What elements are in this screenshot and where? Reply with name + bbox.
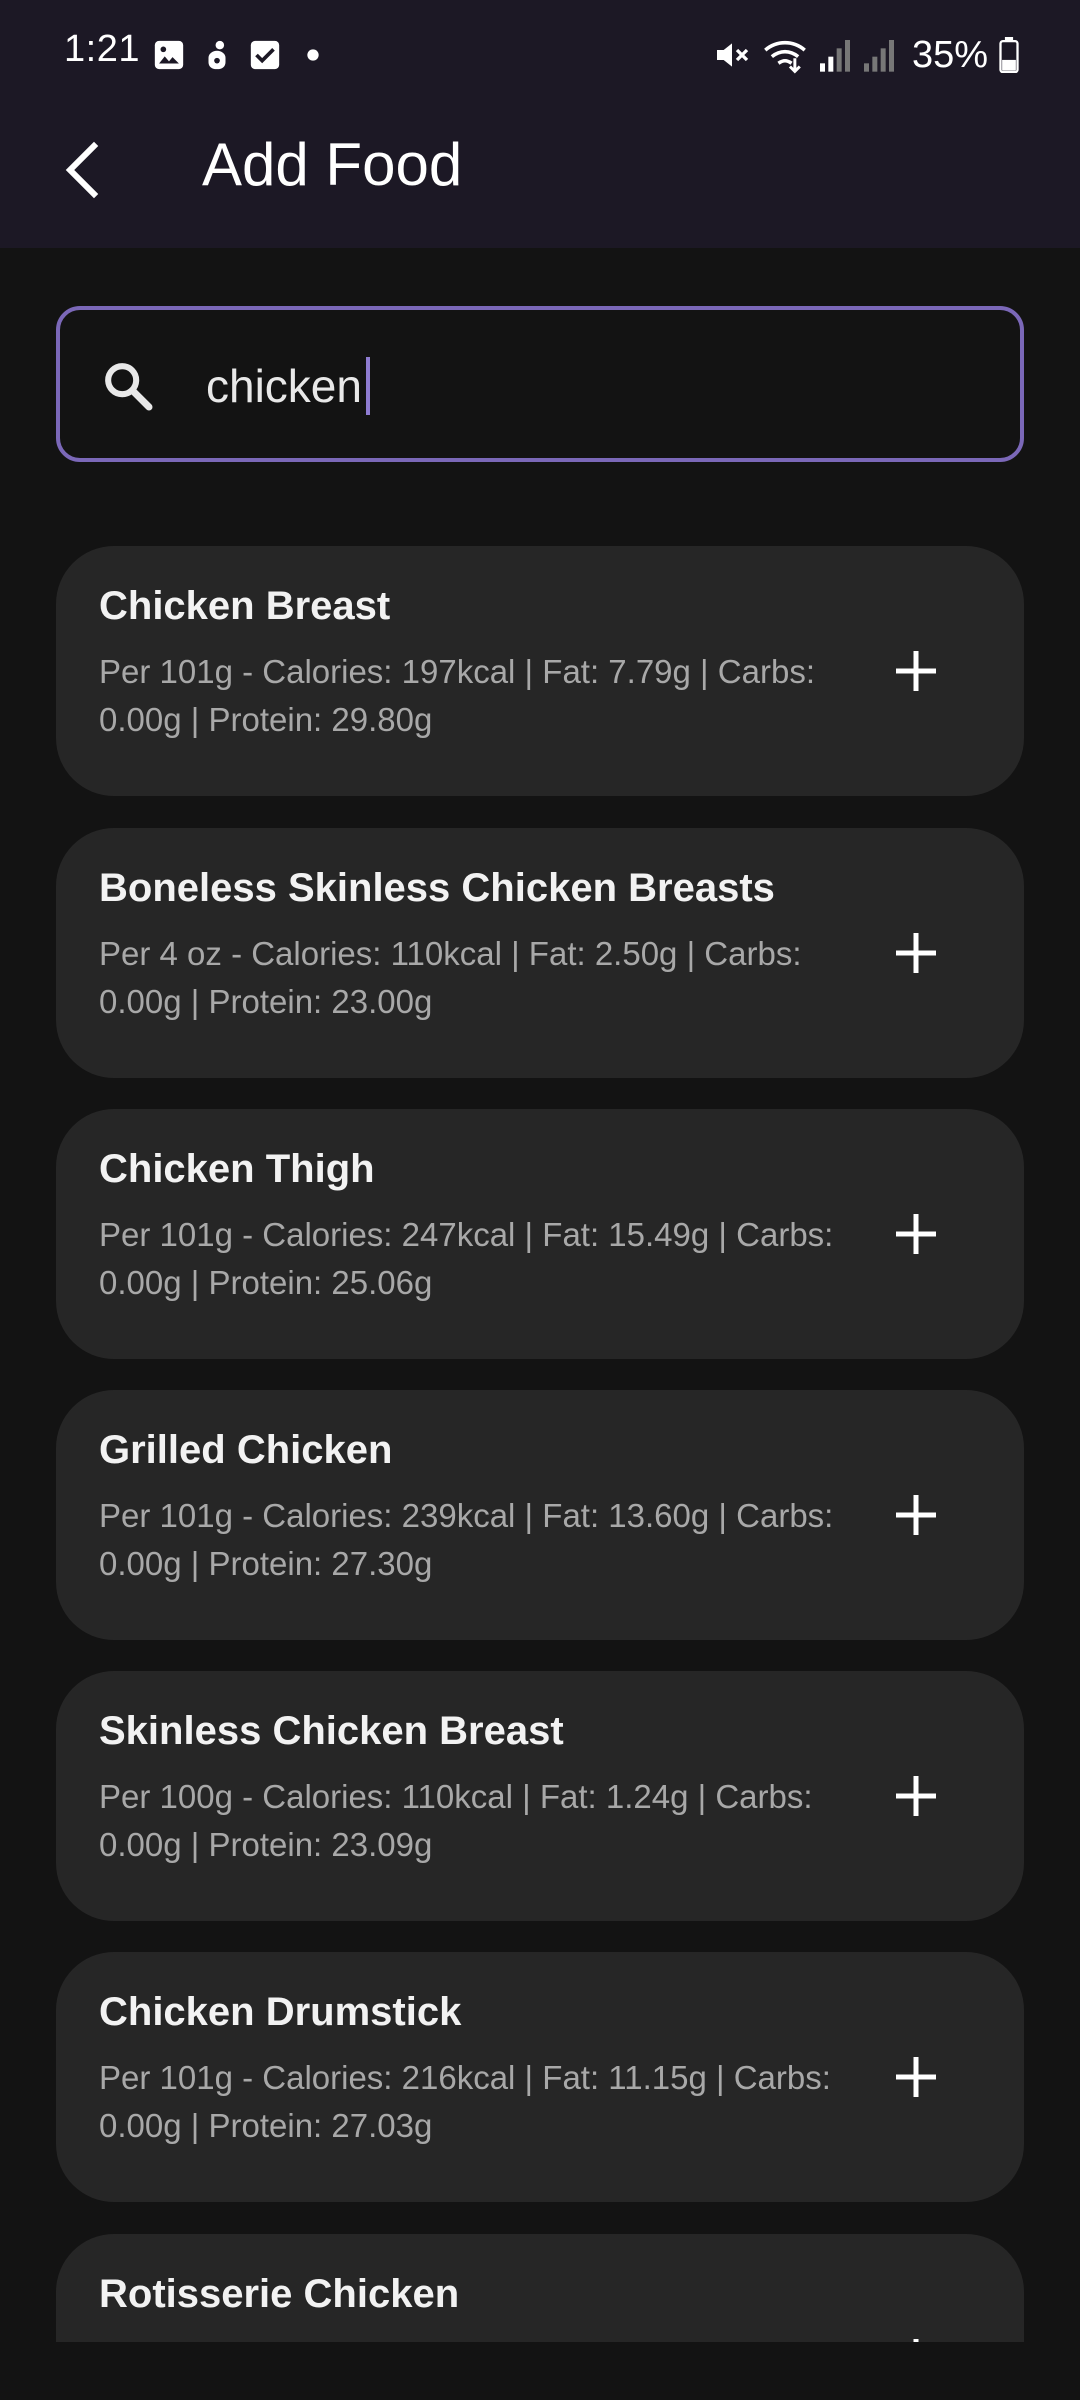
food-result-card[interactable]: Boneless Skinless Chicken Breasts Per 4 …	[56, 828, 1024, 1078]
add-food-button[interactable]	[876, 2319, 956, 2342]
food-nutrition: Per 101g - Calories: 239kcal | Fat: 13.6…	[99, 1497, 834, 1582]
plus-icon	[896, 1214, 936, 1254]
food-name: Boneless Skinless Chicken Breasts	[99, 866, 775, 910]
gallery-icon	[152, 38, 186, 72]
navigation-bar-area	[0, 2342, 1080, 2400]
food-name: Chicken Thigh	[99, 1147, 375, 1191]
arrow-back-icon	[65, 141, 99, 199]
app-bar: 1:21 35% Add Food	[0, 0, 1080, 248]
plus-icon	[896, 1776, 936, 1816]
food-result-card[interactable]: Grilled Chicken Per 101g - Calories: 239…	[56, 1390, 1024, 1640]
plus-icon	[896, 651, 936, 691]
food-nutrition: Per 100g - Calories: 110kcal | Fat: 1.24…	[99, 1778, 813, 1863]
food-result-card[interactable]: Chicken Thigh Per 101g - Calories: 247kc…	[56, 1109, 1024, 1359]
food-name: Rotisserie Chicken	[99, 2272, 460, 2316]
status-time: 1:21	[64, 28, 140, 70]
wifi-icon	[762, 35, 808, 75]
text-caret	[365, 357, 370, 415]
signal-icon	[818, 35, 852, 75]
food-name: Skinless Chicken Breast	[99, 1709, 564, 1753]
food-result-card[interactable]: Chicken Drumstick Per 101g - Calories: 2…	[56, 1952, 1024, 2202]
food-name: Grilled Chicken	[99, 1428, 393, 1472]
food-nutrition: Per 4 oz - Calories: 110kcal | Fat: 2.50…	[99, 935, 802, 1020]
food-nutrition: Per 101g - Calories: 197kcal | Fat: 7.79…	[99, 653, 815, 738]
status-system-icons: 35%	[712, 30, 1020, 80]
plus-icon	[896, 933, 936, 973]
add-food-button[interactable]	[876, 631, 956, 711]
checkbox-icon	[248, 38, 282, 72]
food-nutrition: Per 101g - Calories: 216kcal | Fat: 11.1…	[99, 2059, 831, 2144]
food-results-list[interactable]: Chicken Breast Per 101g - Calories: 197k…	[0, 546, 1080, 2342]
food-name: Chicken Drumstick	[99, 1990, 462, 2034]
hand-icon	[200, 38, 234, 72]
status-notification-icons	[152, 35, 330, 75]
food-result-card[interactable]: Rotisserie Chicken	[56, 2234, 1024, 2342]
mute-icon	[712, 35, 752, 75]
status-bar: 1:21 35%	[0, 0, 1080, 110]
back-button[interactable]	[40, 120, 120, 220]
battery-percent: 35%	[911, 33, 988, 76]
add-food-button[interactable]	[876, 1475, 956, 1555]
plus-icon	[896, 1495, 936, 1535]
search-input[interactable]: chicken	[206, 350, 370, 422]
add-food-button[interactable]	[876, 2037, 956, 2117]
add-food-button[interactable]	[876, 1756, 956, 1836]
search-field[interactable]: chicken	[56, 306, 1024, 462]
signal-icon	[862, 35, 896, 75]
food-result-card[interactable]: Chicken Breast Per 101g - Calories: 197k…	[56, 546, 1024, 796]
page-title: Add Food	[202, 131, 463, 198]
dot-icon	[296, 38, 330, 72]
add-food-button[interactable]	[876, 1194, 956, 1274]
search-input-value: chicken	[206, 360, 362, 412]
add-food-button[interactable]	[876, 913, 956, 993]
food-result-card[interactable]: Skinless Chicken Breast Per 100g - Calor…	[56, 1671, 1024, 1921]
food-nutrition: Per 101g - Calories: 247kcal | Fat: 15.4…	[99, 1216, 834, 1301]
food-name: Chicken Breast	[99, 584, 391, 628]
battery-icon	[998, 37, 1020, 73]
search-icon	[105, 363, 153, 411]
plus-icon	[896, 2057, 936, 2097]
